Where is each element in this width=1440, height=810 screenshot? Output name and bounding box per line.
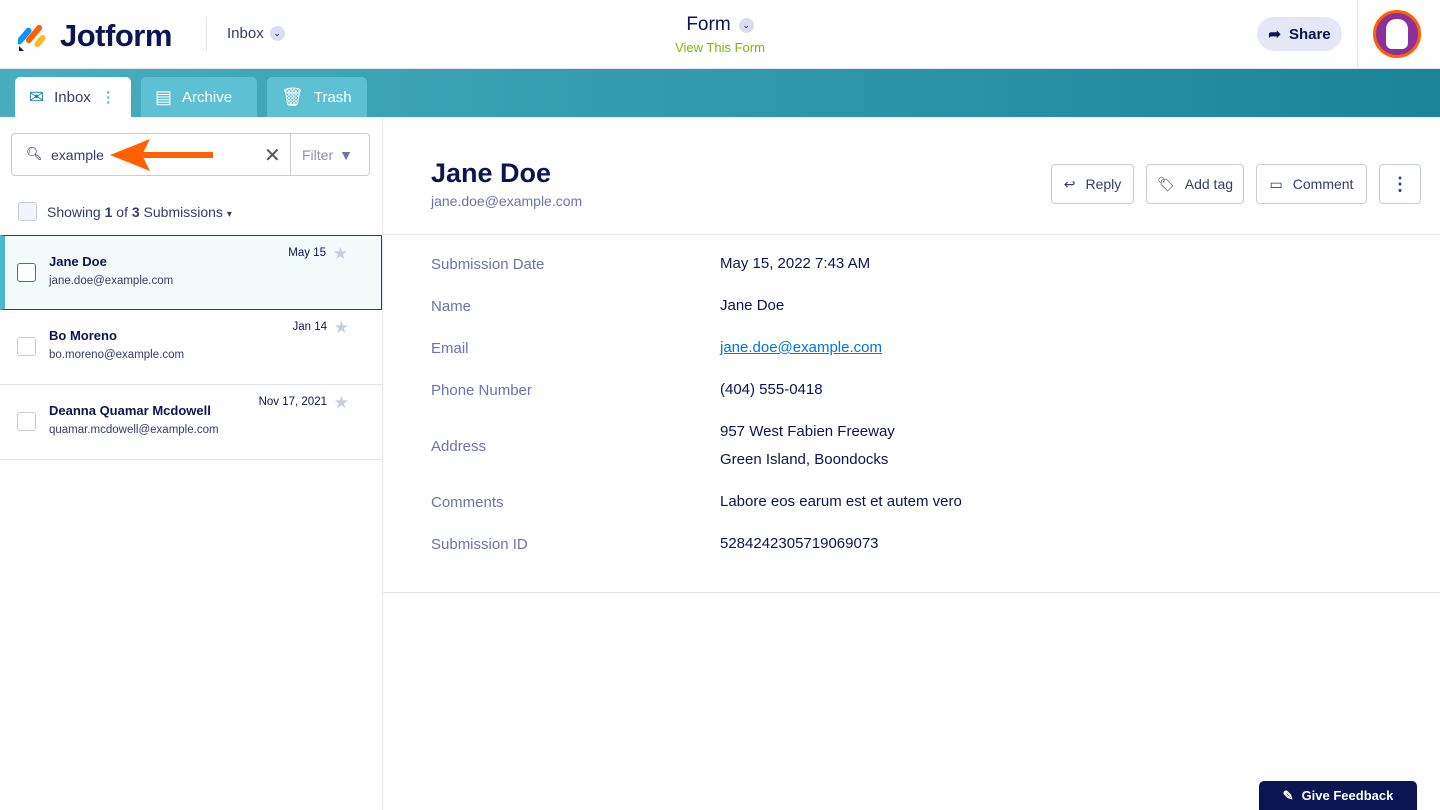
address-line-1: 957 West Fabien Freeway: [720, 423, 895, 440]
form-title-block: Form ⌄ View This Form: [0, 14, 1440, 55]
share-button[interactable]: ➦ Share: [1257, 17, 1342, 51]
list-item[interactable]: Jane Doe jane.doe@example.com May 15 ★: [0, 235, 382, 310]
tab-inbox[interactable]: ✉ Inbox ⋮: [15, 77, 131, 117]
view-form-link[interactable]: View This Form: [0, 40, 1440, 55]
showing-total: 3: [131, 203, 140, 220]
item-date: May 15: [288, 247, 326, 259]
filter-button[interactable]: Filter ▼: [302, 147, 353, 163]
field-value: Jane Doe: [720, 297, 785, 314]
item-date: Jan 14: [292, 321, 327, 333]
divider: [383, 592, 1440, 593]
reply-label: Reply: [1085, 176, 1122, 192]
showing-prefix: Showing: [47, 203, 101, 220]
item-email: quamar.mcdowell@example.com: [49, 424, 219, 436]
feedback-label: Give Feedback: [1301, 788, 1394, 803]
item-email: jane.doe@example.com: [49, 275, 174, 287]
more-vertical-icon[interactable]: ⋮: [101, 88, 116, 106]
submitter-name: Jane Doe: [431, 158, 552, 188]
avatar-image: [1386, 19, 1408, 49]
field-label: Email: [431, 340, 469, 357]
more-actions-button[interactable]: ⋮: [1379, 164, 1421, 204]
filter-label: Filter: [302, 147, 334, 163]
archive-icon: ▤: [155, 86, 173, 107]
field-value: (404) 555-0418: [720, 381, 823, 398]
item-checkbox[interactable]: [17, 263, 36, 282]
tab-label: Trash: [313, 88, 352, 106]
comment-icon: ▭: [1269, 175, 1283, 192]
email-link[interactable]: jane.doe@example.com: [720, 334, 882, 362]
showing-suffix: Submissions: [143, 203, 223, 220]
submitter-email: jane.doe@example.com: [431, 193, 583, 209]
feedback-icon: ✎: [1282, 787, 1294, 803]
share-label: Share: [1288, 25, 1331, 43]
star-icon[interactable]: ★: [333, 244, 348, 264]
list-item[interactable]: Deanna Quamar Mcdowell quamar.mcdowell@e…: [0, 385, 382, 460]
submission-list-panel: 🔍︎ example ✕ Filter ▼ Showing 1 of 3 Subm…: [0, 117, 383, 810]
reply-icon: ↩: [1063, 175, 1076, 192]
top-bar: Jotform Inbox ⌄ Form ⌄ View This Form ➦ Sha…: [0, 0, 1440, 69]
field-label: Name: [431, 298, 472, 315]
tag-icon: 🏷︎: [1156, 175, 1175, 192]
orange-arrow-annotation: [110, 139, 213, 171]
list-item[interactable]: Bo Moreno bo.moreno@example.com Jan 14 ★: [0, 310, 382, 385]
field-label: Address: [431, 438, 487, 455]
field-label: Submission Date: [431, 256, 545, 273]
item-checkbox[interactable]: [17, 337, 36, 356]
trash-icon: 🗑: [281, 86, 304, 107]
star-icon[interactable]: ★: [334, 318, 349, 338]
field-value: May 15, 2022 7:43 AM: [720, 255, 871, 272]
item-name: Bo Moreno: [49, 328, 117, 343]
tab-bar: ✉ Inbox ⋮ ▤ Archive 🗑 Trash: [0, 69, 1440, 117]
field-value: 5284242305719069073: [720, 535, 879, 552]
comment-button[interactable]: ▭ Comment: [1256, 164, 1367, 204]
search-input[interactable]: example: [51, 147, 104, 163]
comment-label: Comment: [1292, 176, 1354, 192]
add-tag-button[interactable]: 🏷︎ Add tag: [1146, 164, 1244, 204]
field-label: Comments: [431, 494, 504, 511]
give-feedback-button[interactable]: ✎ Give Feedback: [1259, 781, 1417, 810]
showing-of: of: [116, 203, 128, 220]
field-value: Labore eos earum est et autem vero: [720, 493, 962, 510]
item-checkbox[interactable]: [17, 412, 36, 431]
field-label: Submission ID: [431, 536, 528, 553]
tab-label: Inbox: [54, 88, 91, 106]
more-vertical-icon: ⋮: [1391, 173, 1409, 194]
clear-search-icon[interactable]: ✕: [264, 143, 281, 168]
search-icon: 🔍︎: [26, 146, 43, 161]
tab-archive[interactable]: ▤ Archive: [141, 77, 257, 117]
form-title: Form: [686, 14, 731, 35]
tab-trash[interactable]: 🗑 Trash: [267, 77, 367, 117]
divider: [1357, 0, 1358, 69]
add-tag-label: Add tag: [1184, 176, 1234, 192]
avatar[interactable]: [1373, 10, 1421, 58]
item-name: Jane Doe: [49, 254, 107, 269]
address-line-2: Green Island, Boondocks: [720, 451, 889, 468]
item-name: Deanna Quamar Mcdowell: [49, 403, 211, 418]
showing-current: 1: [104, 203, 113, 220]
item-date: Nov 17, 2021: [258, 396, 327, 408]
tab-label: Archive: [182, 88, 233, 106]
star-icon[interactable]: ★: [334, 393, 349, 413]
select-all-checkbox[interactable]: [18, 202, 37, 221]
divider: [290, 134, 291, 175]
chevron-down-icon: ▾: [226, 208, 232, 220]
item-email: bo.moreno@example.com: [49, 349, 185, 361]
form-title-dropdown[interactable]: Form ⌄: [686, 14, 754, 36]
divider: [383, 234, 1440, 235]
field-label: Phone Number: [431, 382, 532, 399]
chevron-down-icon: ⌄: [738, 17, 754, 33]
inbox-icon: ✉: [29, 86, 45, 107]
share-icon: ➦: [1268, 26, 1281, 43]
showing-count[interactable]: Showing 1 of 3 Submissions ▾: [18, 202, 232, 221]
reply-button[interactable]: ↩ Reply: [1051, 164, 1134, 204]
filter-icon: ▼: [339, 147, 353, 163]
